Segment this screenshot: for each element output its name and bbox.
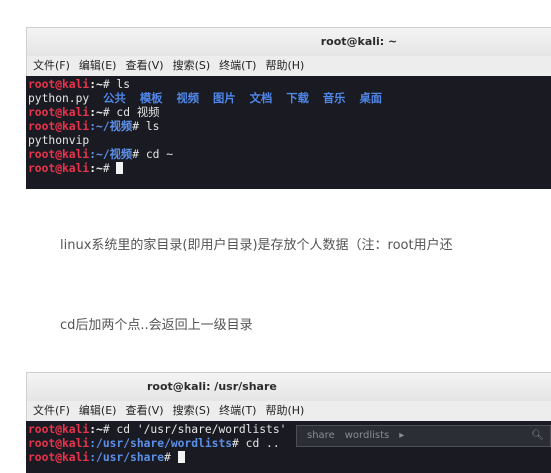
terminal-line: root@kali:~# ls [28,78,131,91]
dir-entry: 图片 [213,92,236,105]
dir-entry: 模板 [139,92,163,105]
dir-entry: 音乐 [322,92,346,105]
terminal-line: python.py 公共 模板 视频 图片 文档 下载 音乐 桌面 [28,92,383,105]
terminal-line: root@kali:~/视频# ls [28,120,160,133]
window-titlebar: root@kali: ~ [26,27,551,56]
terminal-line: root@kali:~# [28,162,551,176]
terminal-line: root@kali:/usr/share/wordlists# cd .. [28,437,280,450]
menu-view[interactable]: 查看(V) [125,59,163,72]
window-title: root@kali: ~ [320,35,398,48]
terminal-cursor [177,451,185,463]
menu-search[interactable]: 搜索(S) [173,404,211,417]
menu-help[interactable]: 帮助(H) [265,404,304,417]
dir-entry: 桌面 [359,92,383,105]
terminal-line: root@kali:~# cd '/usr/share/wordlists' [28,423,287,436]
terminal-output[interactable]: share wordlists ▸ 🔍︎ root@kali:~# cd '/usr/s… [26,421,551,473]
terminal-line: pythonvip [28,134,90,147]
menu-terminal[interactable]: 终端(T) [219,59,256,72]
terminal-window-share: root@kali: /usr/share 文件(F) 编辑(E) 查看(V) 搜索(… [26,372,551,473]
menu-bar: 文件(F) 编辑(E) 查看(V) 搜索(S) 终端(T) 帮助(H) [26,56,551,76]
window-titlebar: root@kali: /usr/share [26,372,551,401]
menu-file[interactable]: 文件(F) [33,59,70,72]
article-paragraph: linux系统里的家目录(即用户目录)是存放个人数据（注：root用户还 [60,238,453,253]
dir-entry: 文档 [249,92,273,105]
article-paragraph: cd后加两个点..会返回上一级目录 [60,318,253,333]
terminal-line: root@kali:~/视频# cd ~ [28,148,174,161]
terminal-line: root@kali:/usr/share# [28,451,551,465]
window-title: root@kali: /usr/share [147,380,277,393]
menu-view[interactable]: 查看(V) [125,404,163,417]
dir-entry: 公共 [103,92,126,105]
menu-file[interactable]: 文件(F) [33,404,70,417]
menu-edit[interactable]: 编辑(E) [79,404,117,417]
menu-terminal[interactable]: 终端(T) [219,404,256,417]
menu-search[interactable]: 搜索(S) [173,59,211,72]
terminal-line: root@kali:~# cd 视频 [28,106,160,119]
menu-edit[interactable]: 编辑(E) [79,59,117,72]
terminal-output[interactable]: root@kali:~# ls python.py 公共 模板 视频 图片 文档 下载 音乐 桌面… [26,76,551,189]
menu-help[interactable]: 帮助(H) [265,59,304,72]
dir-entry: 视频 [176,92,200,105]
terminal-window-home: root@kali: ~ 文件(F) 编辑(E) 查看(V) 搜索(S) 终端(T) 帮助… [26,27,551,189]
menu-bar: 文件(F) 编辑(E) 查看(V) 搜索(S) 终端(T) 帮助(H) [26,401,551,421]
terminal-cursor [116,162,124,174]
dir-entry: 下载 [286,92,309,105]
